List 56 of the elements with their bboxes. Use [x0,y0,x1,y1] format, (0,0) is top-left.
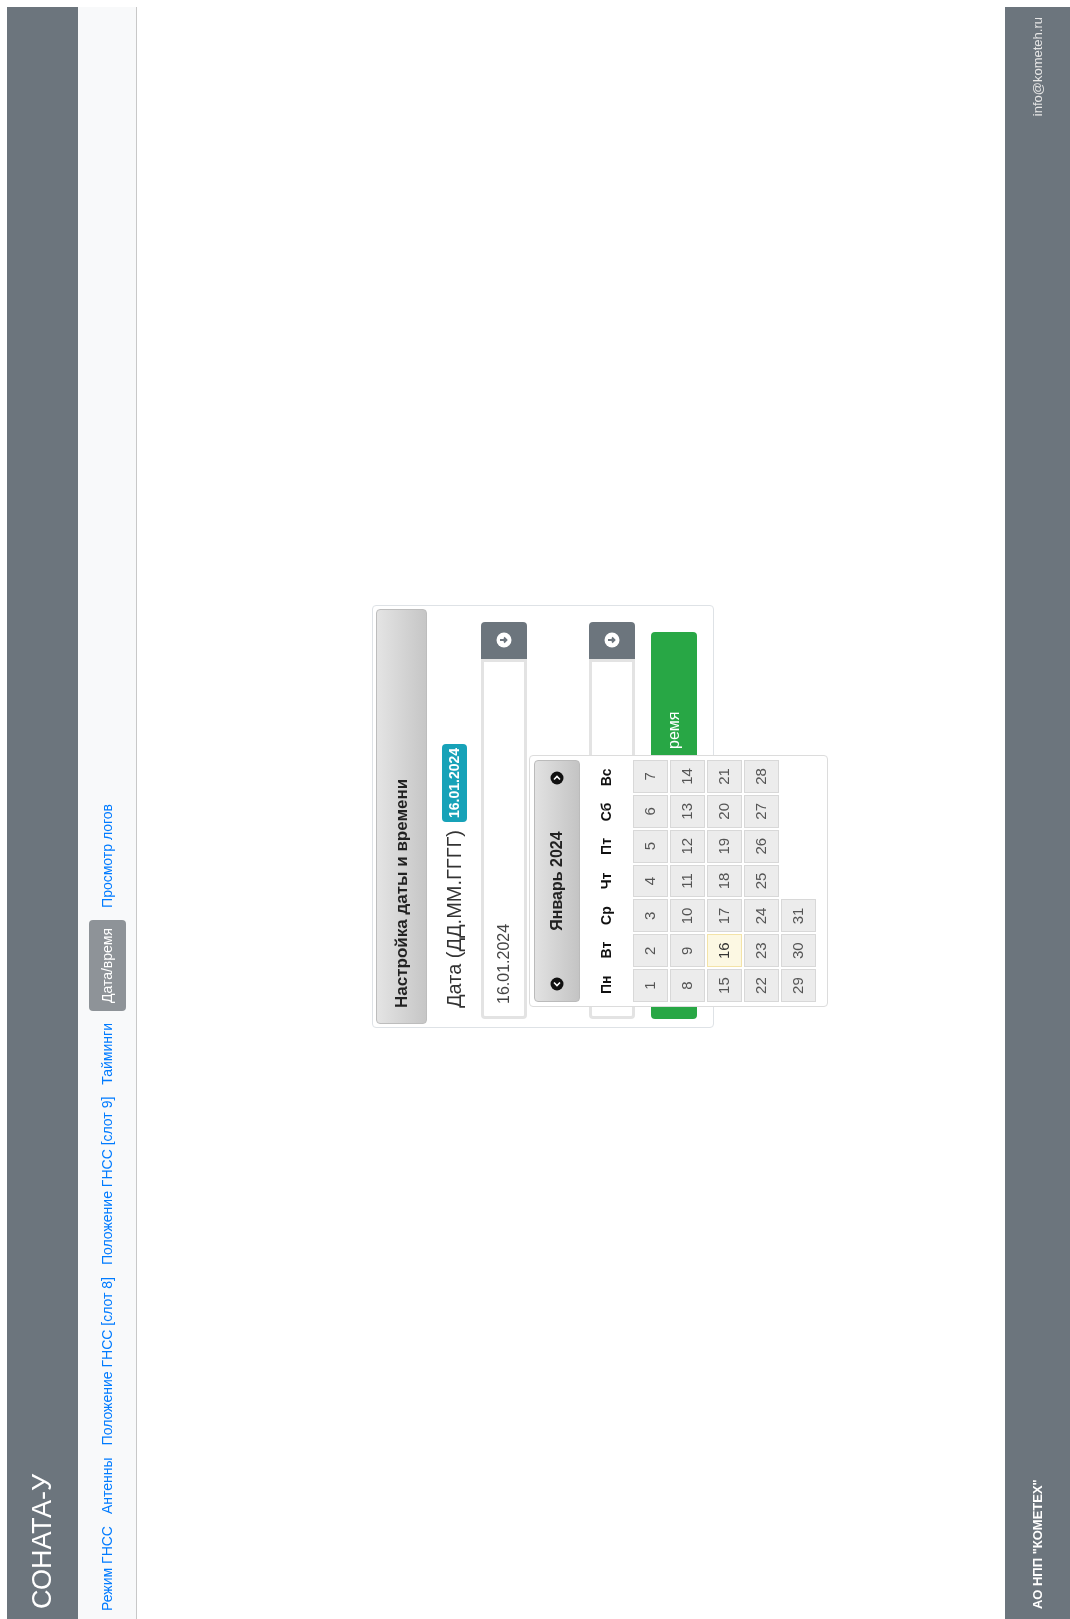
weekday-label: Сб [597,801,615,824]
day-cell[interactable]: 18 [707,864,742,898]
day-cell[interactable]: 26 [744,829,779,863]
day-cell[interactable]: 14 [670,760,705,793]
nav-link[interactable]: Просмотр логов [88,803,126,908]
email-text: info@kometeh.ru [1028,17,1046,117]
weekday-label: Вт [597,940,615,961]
calendar-toggle-button[interactable] [589,622,635,659]
day-cell[interactable]: 22 [744,969,779,1002]
nav-link[interactable]: Положение ГНСС [слот 8] [88,1277,126,1446]
day-cell[interactable]: 29 [781,969,816,1002]
date-badge: 16.01.2024 [441,743,467,822]
day-cell[interactable]: 5 [633,829,668,863]
day-cell[interactable]: 7 [633,760,668,793]
day-cell[interactable]: 9 [670,934,705,968]
calendar-toggle-button[interactable] [481,622,527,659]
weekday-label: Ср [597,905,615,927]
weekday-label: Пн [597,974,615,996]
day-cell[interactable]: 17 [707,899,742,933]
date-label: Дата (ДД.ММ.ГГГГ) [442,830,466,1008]
day-cell[interactable]: 27 [744,794,779,828]
day-cell[interactable]: 13 [670,794,705,828]
day-cell[interactable]: 4 [633,864,668,898]
nav-link[interactable]: Антенны [88,1457,126,1515]
day-cell[interactable]: 28 [744,760,779,793]
card-title: Настройка даты и времени [390,778,412,1008]
day-cell[interactable]: 30 [781,934,816,968]
day-cell[interactable]: 2 [633,934,668,968]
weekday-label: Вс [597,767,615,789]
day-cell[interactable]: 15 [707,969,742,1002]
day-cell[interactable]: 11 [670,864,705,898]
day-cell[interactable]: 3 [633,899,668,933]
previous-month-icon[interactable] [550,977,564,991]
day-cell[interactable]: 12 [670,829,705,863]
nav-link[interactable]: Режим ГНСС [88,1526,126,1611]
day-cell[interactable]: 8 [670,969,705,1002]
nav-link[interactable]: Положение ГНСС [слот 9] [88,1096,126,1266]
month-title: Январь 2024 [547,831,566,931]
company-name: АО НПП "КОМЕТЕХ" [1028,1479,1046,1609]
date-input-field[interactable]: 16.01.2024 [481,659,527,1019]
day-cell[interactable]: 10 [670,899,705,933]
day-cell[interactable]: 24 [744,899,779,933]
day-cell[interactable]: 21 [707,760,742,793]
day-cell[interactable]: 19 [707,829,742,863]
next-month-icon[interactable] [550,771,564,785]
weekday-label: Чт [597,871,615,892]
day-cell[interactable]: 23 [744,934,779,968]
day-cell[interactable]: 1 [633,969,668,1002]
app-title: СОНАТА-У [26,1473,59,1609]
nav-link[interactable]: Тайминги [88,1023,126,1085]
day-cell[interactable]: 16 [707,934,742,968]
day-cell[interactable]: 25 [744,864,779,898]
day-cell[interactable]: 20 [707,794,742,828]
weekday-label: Пт [597,837,615,857]
day-cell[interactable]: 31 [781,899,816,933]
day-cell[interactable]: 6 [633,794,668,828]
